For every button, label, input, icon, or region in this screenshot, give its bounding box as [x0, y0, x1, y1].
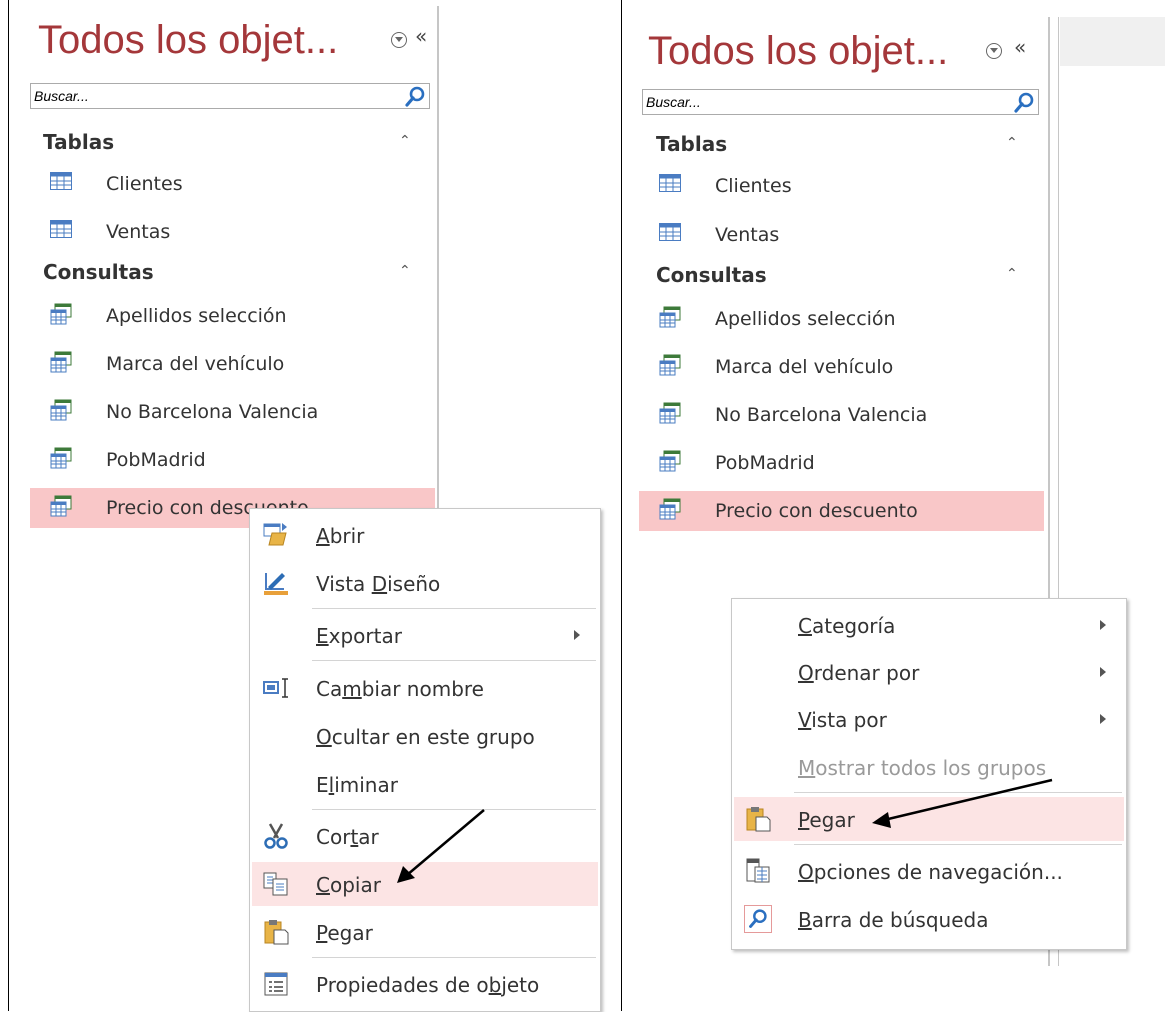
query-icon	[659, 402, 681, 424]
properties-icon	[264, 972, 288, 996]
nav-item-no-barcelona-valencia[interactable]: No Barcelona Valencia	[30, 392, 435, 432]
nav-item-label: Apellidos selección	[106, 305, 287, 327]
table-icon	[659, 174, 681, 192]
nav-item-clientes[interactable]: Clientes	[639, 166, 1044, 206]
nav-item-apellidos-seleccion[interactable]: Apellidos selección	[30, 296, 435, 336]
menu-item-exportar[interactable]: Exportar	[252, 613, 598, 657]
menu-item-abrir[interactable]: Abrir	[252, 513, 598, 557]
left-panel-cell: Todos los objet... « Buscar... Tablas ⌃ …	[8, 0, 622, 1012]
menu-separator	[312, 660, 596, 661]
right-panel-cell: Todos los objet... « Buscar... Tablas ⌃ …	[621, 0, 1165, 1011]
pane-title[interactable]: Todos los objet...	[38, 18, 338, 63]
nav-item-label: Clientes	[715, 175, 792, 197]
paste-icon	[264, 920, 289, 945]
search-input[interactable]: Buscar...	[30, 83, 430, 109]
nav-item-precio-con-descuento[interactable]: Precio con descuento	[639, 491, 1044, 531]
open-icon	[263, 523, 287, 546]
query-icon	[659, 306, 681, 328]
nav-item-marca-del-vehiculo[interactable]: Marca del vehículo	[30, 344, 435, 384]
nav-item-pobmadrid[interactable]: PobMadrid	[30, 440, 435, 480]
double-chevron-up-icon[interactable]: ⌃	[1006, 266, 1018, 282]
context-menu-object: Abrir Vista Diseño Exportar Cambiar nomb…	[249, 508, 601, 1012]
nav-item-pobmadrid[interactable]: PobMadrid	[639, 443, 1044, 483]
annotation-arrow	[872, 778, 1053, 828]
menu-separator	[794, 844, 1122, 845]
search-icon	[744, 905, 772, 933]
nav-item-label: Apellidos selección	[715, 308, 896, 330]
submenu-arrow-icon	[1100, 620, 1106, 630]
nav-item-label: PobMadrid	[715, 452, 815, 474]
double-chevron-up-icon[interactable]: ⌃	[399, 263, 411, 279]
menu-item-barra-de-busqueda[interactable]: Barra de búsqueda	[734, 897, 1124, 941]
query-icon	[50, 303, 72, 325]
rename-icon	[263, 678, 288, 698]
nav-item-label: No Barcelona Valencia	[715, 404, 928, 426]
copy-icon	[263, 872, 288, 896]
nav-item-label: PobMadrid	[106, 449, 206, 471]
group-header-tablas[interactable]: Tablas	[656, 132, 727, 156]
double-chevron-up-icon[interactable]: ⌃	[399, 133, 411, 149]
nav-item-marca-del-vehiculo[interactable]: Marca del vehículo	[639, 347, 1044, 387]
menu-item-ordenar-por[interactable]: Ordenar por	[734, 650, 1124, 694]
nav-item-label: Precio con descuento	[715, 500, 918, 522]
scissors-icon	[264, 823, 288, 849]
query-icon	[659, 450, 681, 472]
search-placeholder: Buscar...	[646, 94, 701, 110]
double-chevron-left-icon[interactable]: «	[1014, 35, 1026, 59]
query-icon	[50, 495, 72, 517]
query-icon	[50, 399, 72, 421]
menu-separator	[312, 608, 596, 609]
menu-item-vista-por[interactable]: Vista por	[734, 697, 1124, 741]
menu-item-ocultar-en-este-grupo[interactable]: Ocultar en este grupo	[252, 714, 598, 758]
query-icon	[659, 354, 681, 376]
query-icon	[50, 447, 72, 469]
menu-item-cambiar-nombre[interactable]: Cambiar nombre	[252, 666, 598, 710]
submenu-arrow-icon	[574, 630, 580, 640]
table-icon	[659, 223, 681, 241]
menu-item-opciones-de-navegacion[interactable]: Opciones de navegación...	[734, 849, 1124, 893]
paste-icon	[746, 807, 771, 832]
menu-item-vista-diseno[interactable]: Vista Diseño	[252, 561, 598, 605]
group-header-consultas[interactable]: Consultas	[43, 260, 154, 284]
submenu-arrow-icon	[1100, 667, 1106, 677]
nav-item-label: Marca del vehículo	[715, 356, 894, 378]
nav-item-ventas[interactable]: Ventas	[30, 212, 435, 252]
menu-item-categoria[interactable]: Categoría	[734, 603, 1124, 647]
nav-item-label: Ventas	[715, 224, 780, 246]
search-icon[interactable]	[401, 84, 429, 108]
group-header-consultas[interactable]: Consultas	[656, 263, 767, 287]
nav-item-label: Clientes	[106, 173, 183, 195]
search-input[interactable]: Buscar...	[642, 89, 1039, 115]
navigation-pane: Todos los objet... « Buscar... Tablas ⌃ …	[25, 6, 439, 528]
table-icon	[50, 220, 72, 238]
annotation-arrow	[397, 809, 485, 883]
design-view-icon	[264, 573, 288, 595]
menu-separator	[312, 957, 596, 958]
nav-item-clientes[interactable]: Clientes	[30, 164, 435, 204]
group-header-tablas[interactable]: Tablas	[43, 130, 114, 154]
search-placeholder: Buscar...	[34, 88, 89, 104]
chevron-down-circle-icon[interactable]	[986, 43, 1002, 59]
menu-item-propiedades-de-objeto[interactable]: Propiedades de objeto	[252, 962, 598, 1006]
submenu-arrow-icon	[1100, 714, 1106, 724]
nav-item-label: Ventas	[106, 221, 171, 243]
document-area-strip	[1060, 17, 1165, 66]
double-chevron-up-icon[interactable]: ⌃	[1006, 135, 1018, 151]
pane-title[interactable]: Todos los objet...	[648, 29, 948, 74]
query-icon	[659, 498, 681, 520]
nav-item-ventas[interactable]: Ventas	[639, 215, 1044, 255]
chevron-down-circle-icon[interactable]	[391, 32, 407, 48]
nav-item-apellidos-seleccion[interactable]: Apellidos selección	[639, 299, 1044, 339]
nav-item-label: No Barcelona Valencia	[106, 401, 319, 423]
nav-item-no-barcelona-valencia[interactable]: No Barcelona Valencia	[639, 395, 1044, 435]
query-icon	[50, 351, 72, 373]
table-icon	[50, 172, 72, 190]
double-chevron-left-icon[interactable]: «	[415, 24, 427, 48]
navigation-options-icon	[746, 858, 770, 883]
search-icon[interactable]	[1010, 90, 1038, 114]
menu-item-pegar[interactable]: Pegar	[252, 910, 598, 954]
nav-item-label: Marca del vehículo	[106, 353, 285, 375]
